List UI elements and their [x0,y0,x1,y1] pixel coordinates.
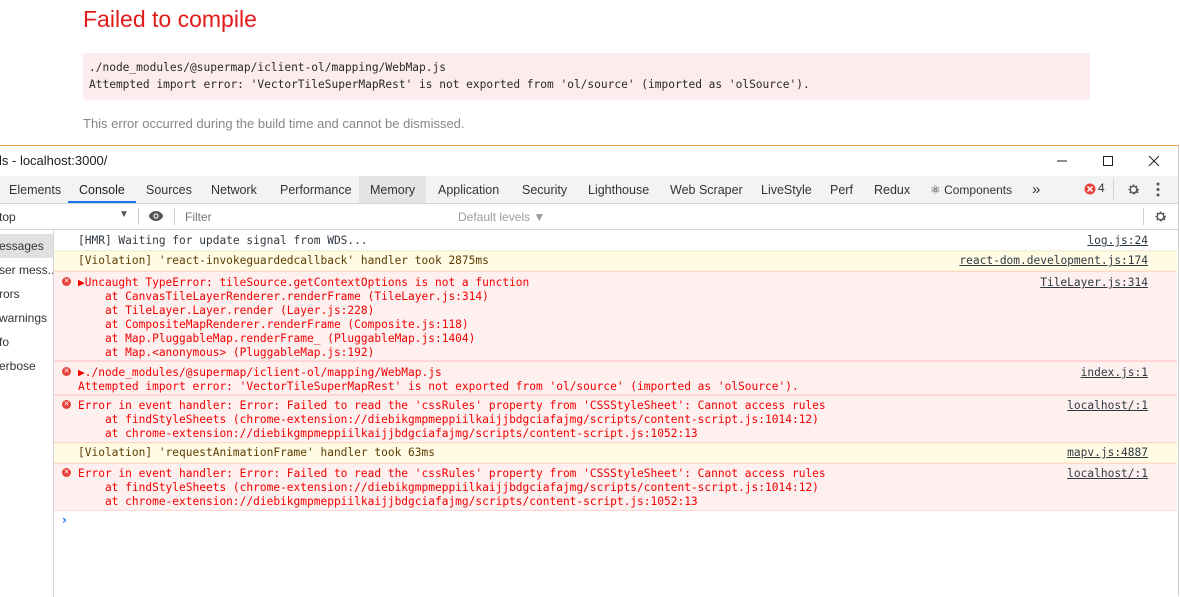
console-prompt-icon: › [62,513,67,527]
sidebar-item-verbose[interactable]: erbose [0,354,53,378]
console-filter-input[interactable] [179,207,455,226]
console-settings-button[interactable] [1153,209,1168,227]
console-message-log: [HMR] Waiting for update signal from WDS… [54,231,1177,251]
message-text: [Violation] 'react-invokeguardedcallback… [78,254,489,267]
tab-web-scraper[interactable]: Web Scraper [670,176,743,203]
context-selector[interactable]: top [0,210,16,224]
gear-icon [1128,184,1140,195]
customize-menu-button[interactable] [1156,182,1160,200]
compile-error-message: Attempted import error: 'VectorTileSuper… [89,78,810,91]
toolbar-divider [174,208,175,225]
error-icon: ✕ [62,400,71,409]
message-text[interactable]: ▶./node_modules/@supermap/iclient-ol/map… [78,366,442,380]
stack-frame: at Map.<anonymous> (PluggableMap.js:192) [78,346,375,359]
devtools-tabbar: Elements Console Sources Network Perform… [0,176,1178,204]
gear-icon [1155,211,1167,222]
sidebar-item-messages[interactable]: essages [0,234,53,258]
console-toolbar: top ▼ Default levels ▼ [0,204,1178,230]
console-message-error: ✕ Error in event handler: Error: Failed … [54,463,1177,511]
window-titlebar[interactable]: ls - localhost:3000/ [0,146,1178,176]
message-source-link[interactable]: localhost/:1 [1067,467,1148,481]
compile-error-title: Failed to compile [83,6,257,32]
settings-button[interactable] [1126,182,1141,200]
tab-network[interactable]: Network [211,176,257,203]
message-text: Error in event handler: Error: Failed to… [78,467,826,480]
devtools-window: ls - localhost:3000/ Elements Console So… [0,145,1179,597]
maximize-button[interactable] [1097,150,1119,172]
stack-frame: at TileLayer.Layer.render (Layer.js:228) [78,304,375,317]
toolbar-divider [1143,208,1144,225]
sidebar-item-warnings[interactable]: warnings [0,306,53,330]
live-expression-button[interactable] [148,210,164,225]
tab-security[interactable]: Security [522,176,567,203]
compile-error-note: This error occurred during the build tim… [83,116,465,131]
close-button[interactable] [1143,150,1165,172]
console-sidebar: essages ser mess... rors warnings fo erb… [0,230,54,597]
tab-elements[interactable]: Elements [9,176,61,203]
tab-components[interactable]: ⚛ Components [930,176,1012,203]
sidebar-item-user-messages[interactable]: ser mess... [0,258,53,282]
context-dropdown-icon[interactable]: ▼ [119,209,129,220]
tab-application[interactable]: Application [438,176,499,203]
sidebar-item-info[interactable]: fo [0,330,53,354]
tabbar-divider [1113,179,1114,199]
stack-frame: at findStyleSheets (chrome-extension://d… [78,413,819,426]
eye-icon [148,211,164,221]
stack-frame: at Map.PluggableMap.renderFrame_ (Plugga… [78,332,476,345]
console-message-warning: [Violation] 'react-invokeguardedcallback… [54,251,1177,271]
compile-error-box: ./node_modules/@supermap/iclient-ol/mapp… [83,53,1090,100]
stack-frame: at findStyleSheets (chrome-extension://d… [78,481,819,494]
message-source-link[interactable]: index.js:1 [1081,366,1148,380]
message-text[interactable]: ▶Uncaught TypeError: tileSource.getConte… [78,276,529,290]
console-message-error: ✕ ▶Uncaught TypeError: tileSource.getCon… [54,271,1177,361]
error-icon: ✕ [62,367,71,376]
message-source-link[interactable]: react-dom.development.js:174 [959,254,1148,268]
error-icon [1084,183,1096,195]
message-text: Attempted import error: 'VectorTileSuper… [78,380,799,393]
kebab-menu-icon [1156,182,1160,197]
tab-perf[interactable]: Perf [830,176,853,203]
console-message-warning: [Violation] 'requestAnimationFrame' hand… [54,443,1177,463]
more-tabs-button[interactable]: » [1032,176,1040,203]
tab-livestyle[interactable]: LiveStyle [761,176,812,203]
minimize-button[interactable] [1051,150,1073,172]
console-message-error: ✕ Error in event handler: Error: Failed … [54,395,1177,443]
stack-frame: at chrome-extension://diebikgmpmeppiilka… [78,495,698,508]
message-source-link[interactable]: mapv.js:4887 [1067,446,1148,460]
maximize-icon [1103,156,1113,166]
message-source-link[interactable]: TileLayer.js:314 [1040,276,1148,290]
console-messages: [HMR] Waiting for update signal from WDS… [54,230,1177,597]
log-levels-dropdown[interactable]: Default levels ▼ [458,210,545,224]
message-text: [Violation] 'requestAnimationFrame' hand… [78,446,435,459]
console-input[interactable] [78,511,1168,531]
stack-frame: at CanvasTileLayerRenderer.renderFrame (… [78,290,489,303]
compile-error-path: ./node_modules/@supermap/iclient-ol/mapp… [89,61,446,74]
stack-frame: at CompositeMapRenderer.renderFrame (Com… [78,318,469,331]
message-source-link[interactable]: log.js:24 [1087,234,1148,248]
tab-lighthouse[interactable]: Lighthouse [588,176,649,203]
tab-redux[interactable]: Redux [874,176,910,203]
tab-sources[interactable]: Sources [146,176,192,203]
window-title: ls - localhost:3000/ [0,153,108,168]
error-counter[interactable]: 4 [1084,181,1105,195]
console-message-error: ✕ ▶./node_modules/@supermap/iclient-ol/m… [54,361,1177,395]
minimize-icon [1057,160,1067,162]
tab-console[interactable]: Console [68,176,136,203]
stack-frame: at chrome-extension://diebikgmpmeppiilka… [78,427,698,440]
message-source-link[interactable]: localhost/:1 [1067,399,1148,413]
tab-performance[interactable]: Performance [280,176,352,203]
error-icon: ✕ [62,468,71,477]
error-icon: ✕ [62,277,71,286]
toolbar-divider [138,208,139,225]
message-text: Error in event handler: Error: Failed to… [78,399,826,412]
error-count: 4 [1098,181,1105,195]
sidebar-item-errors[interactable]: rors [0,282,53,306]
tab-memory[interactable]: Memory [359,176,427,203]
message-text: [HMR] Waiting for update signal from WDS… [78,234,368,247]
close-icon [1148,155,1160,167]
